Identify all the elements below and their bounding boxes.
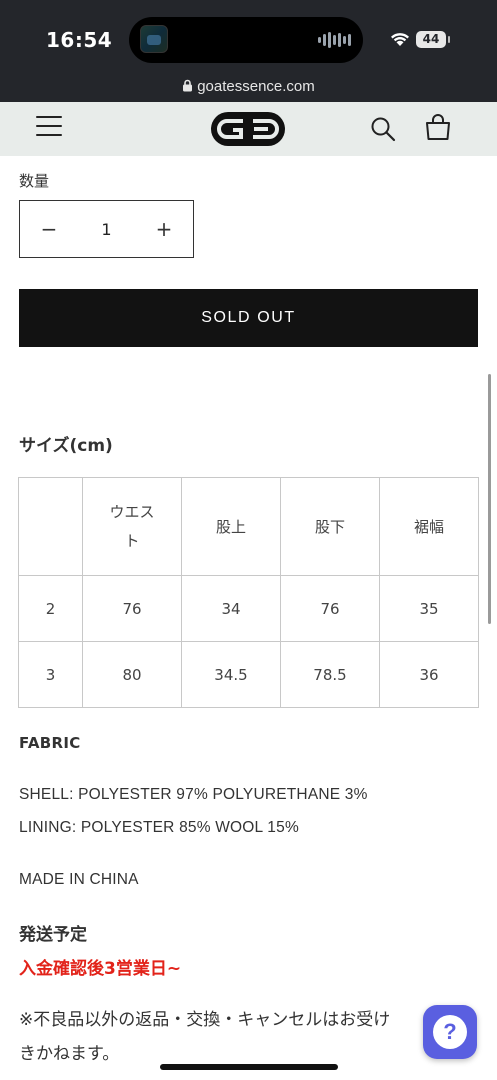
table-header-row: ウエスト 股上 股下 裾幅 — [18, 477, 479, 576]
help-icon: ? — [433, 1015, 467, 1049]
table-header-cell: 裾幅 — [379, 477, 479, 576]
audio-waveform-icon — [318, 30, 351, 50]
cart-icon[interactable] — [424, 114, 452, 142]
quantity-stepper: − 1 + — [19, 200, 194, 258]
address-bar[interactable]: goatessence.com — [0, 78, 497, 95]
quantity-label: 数量 — [19, 172, 50, 190]
quantity-increase-button[interactable]: + — [135, 201, 193, 257]
wifi-icon — [391, 33, 409, 46]
quantity-input[interactable]: 1 — [78, 220, 135, 239]
page-scrollbar[interactable] — [488, 374, 491, 624]
sold-out-button[interactable]: SOLD OUT — [19, 289, 478, 347]
quantity-decrease-button[interactable]: − — [20, 201, 78, 257]
shipping-title: 発送予定 — [19, 925, 87, 945]
size-chart-table: ウエスト 股上 股下 裾幅 2 76 34 76 35 3 80 34.5 78… — [18, 477, 479, 708]
menu-icon[interactable] — [36, 116, 62, 142]
dynamic-island — [129, 17, 363, 63]
status-bar: 16:54 44 goatessence.com — [0, 0, 497, 102]
logo[interactable] — [210, 111, 286, 147]
site-header — [0, 102, 497, 156]
fabric-lining: LINING: POLYESTER 85% WOOL 15% — [19, 819, 299, 836]
table-cell: 34 — [181, 575, 281, 642]
return-policy-line-2: きかねます。 — [19, 1044, 120, 1064]
country-of-origin: MADE IN CHINA — [19, 871, 139, 888]
table-header-cell — [18, 477, 83, 576]
status-time: 16:54 — [46, 28, 113, 52]
table-cell: 2 — [18, 575, 83, 642]
lock-icon — [183, 79, 193, 92]
table-header-cell: 股上 — [181, 477, 281, 576]
table-row: 3 80 34.5 78.5 36 — [18, 641, 479, 708]
table-row: 2 76 34 76 35 — [18, 575, 479, 642]
table-cell: 35 — [379, 575, 479, 642]
table-cell: 78.5 — [280, 641, 380, 708]
search-icon[interactable] — [370, 116, 396, 142]
table-cell: 36 — [379, 641, 479, 708]
fabric-shell: SHELL: POLYESTER 97% POLYURETHANE 3% — [19, 786, 368, 803]
table-cell: 76 — [280, 575, 380, 642]
table-cell: 76 — [82, 575, 182, 642]
url-text: goatessence.com — [197, 78, 315, 95]
table-cell: 80 — [82, 641, 182, 708]
shipping-schedule: 入金確認後3営業日~ — [19, 959, 182, 979]
fabric-title: FABRIC — [19, 734, 81, 752]
table-header-cell: ウエスト — [82, 477, 182, 576]
table-cell: 34.5 — [181, 641, 281, 708]
table-cell: 3 — [18, 641, 83, 708]
return-policy-line-1: ※不良品以外の返品・交換・キャンセルはお受け — [19, 1010, 391, 1030]
help-chat-button[interactable]: ? — [423, 1005, 477, 1059]
home-indicator[interactable] — [160, 1064, 338, 1070]
size-chart-title: サイズ(cm) — [19, 436, 113, 456]
battery-indicator: 44 — [416, 31, 450, 48]
table-header-cell: 股下 — [280, 477, 380, 576]
now-playing-artwork — [140, 25, 168, 53]
